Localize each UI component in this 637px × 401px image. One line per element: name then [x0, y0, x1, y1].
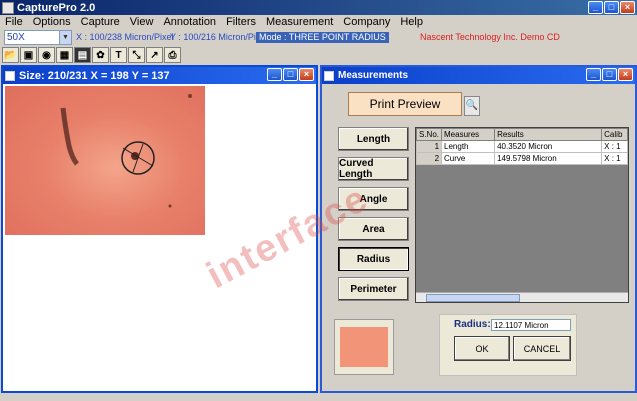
- info-bar: 50X ▼ X : 100/238 Micron/Pixel Y : 100/2…: [0, 29, 637, 46]
- preview-icon[interactable]: 🔍: [464, 96, 480, 116]
- table-cell: 1: [416, 140, 443, 153]
- thumbnail-preview: [334, 319, 394, 375]
- toolbar: 📂 ▣ ◉ ▦ ▤ ✿ T ⤡ ↗ ⎙: [0, 46, 637, 64]
- mode-badge: Mode : THREE POINT RADIUS: [256, 32, 389, 43]
- curved-length-button[interactable]: Curved Length: [338, 157, 409, 181]
- close-button[interactable]: ×: [618, 68, 633, 81]
- menu-annotation[interactable]: Annotation: [158, 15, 221, 29]
- thumbnail-image: [340, 327, 388, 367]
- results-table[interactable]: S.No. Measures Results Calib 1 Length 40…: [415, 127, 629, 303]
- column-header[interactable]: Calib: [601, 128, 628, 141]
- app-title: CapturePro 2.0: [17, 1, 96, 14]
- table-cell: Curve: [441, 152, 496, 165]
- x-scale-readout: X : 100/238 Micron/Pixel: [76, 32, 174, 42]
- menu-bar: File Options Capture View Annotation Fil…: [0, 15, 637, 29]
- minimize-button[interactable]: _: [267, 68, 282, 81]
- column-header[interactable]: Measures: [441, 128, 496, 141]
- table-cell: X : 1: [601, 152, 628, 165]
- maximize-button[interactable]: □: [604, 1, 619, 14]
- image-window: Size: 210/231 X = 198 Y = 137 _ □ ×: [1, 65, 318, 393]
- menu-view[interactable]: View: [125, 15, 159, 29]
- menu-help[interactable]: Help: [395, 15, 428, 29]
- scrollbar-thumb[interactable]: [426, 294, 520, 302]
- window-icon: [5, 70, 15, 81]
- menu-company[interactable]: Company: [338, 15, 395, 29]
- measurements-title: Measurements: [338, 70, 409, 81]
- cancel-button[interactable]: CANCEL: [513, 336, 571, 361]
- magnification-value: 50X: [7, 32, 25, 43]
- save-icon[interactable]: ▦: [56, 47, 73, 63]
- color-icon[interactable]: ✿: [92, 47, 109, 63]
- y-scale-readout: Y : 100/216 Micron/Pixel: [170, 32, 268, 42]
- menu-filters[interactable]: Filters: [221, 15, 261, 29]
- length-button[interactable]: Length: [338, 127, 409, 151]
- magnification-select[interactable]: 50X ▼: [4, 30, 72, 45]
- radius-label: Radius:: [454, 319, 491, 330]
- app-icon: [2, 1, 14, 14]
- image-window-title: Size: 210/231 X = 198 Y = 137: [19, 69, 170, 82]
- print-preview-button[interactable]: Print Preview: [348, 92, 462, 116]
- measurements-window: Measurements _ □ × Print Preview 🔍 Lengt…: [320, 65, 637, 393]
- table-row[interactable]: 2 Curve 149.5798 Micron X : 1: [416, 152, 628, 165]
- arrow-tool-icon[interactable]: ↗: [146, 47, 163, 63]
- table-header-row: S.No. Measures Results Calib: [416, 128, 628, 141]
- menu-capture[interactable]: Capture: [76, 15, 125, 29]
- maximize-button[interactable]: □: [602, 68, 617, 81]
- menu-measurement[interactable]: Measurement: [261, 15, 338, 29]
- print-icon[interactable]: ⎙: [164, 47, 181, 63]
- status-bar: [0, 393, 637, 401]
- film-icon[interactable]: ▤: [74, 47, 91, 63]
- minimize-button[interactable]: _: [588, 1, 603, 14]
- microscope-image[interactable]: [5, 86, 205, 235]
- ok-button[interactable]: OK: [454, 336, 510, 361]
- video-capture-icon[interactable]: ▣: [20, 47, 37, 63]
- company-name: Nascent Technology Inc. Demo CD: [420, 32, 560, 42]
- maximize-button[interactable]: □: [283, 68, 298, 81]
- camera-icon[interactable]: ◉: [38, 47, 55, 63]
- angle-button[interactable]: Angle: [338, 187, 409, 211]
- minimize-button[interactable]: _: [586, 68, 601, 81]
- column-header[interactable]: Results: [494, 128, 603, 141]
- close-button[interactable]: ×: [620, 1, 635, 14]
- radius-button[interactable]: Radius: [338, 247, 409, 271]
- specimen-overlay: [60, 94, 192, 208]
- open-icon[interactable]: 📂: [2, 47, 19, 63]
- measurements-title-bar: Measurements _ □ ×: [322, 67, 635, 84]
- menu-options[interactable]: Options: [28, 15, 76, 29]
- app-title-bar: CapturePro 2.0 _ □ ×: [0, 0, 637, 15]
- window-icon: [324, 70, 334, 81]
- horizontal-scrollbar[interactable]: [416, 292, 628, 302]
- area-button[interactable]: Area: [338, 217, 409, 241]
- radius-panel: Radius: 12.1107 Micron OK CANCEL: [439, 314, 577, 376]
- table-cell: 149.5798 Micron: [494, 152, 603, 165]
- table-cell: X : 1: [601, 140, 628, 153]
- measure-tool-icon[interactable]: ⤡: [128, 47, 145, 63]
- radius-field[interactable]: 12.1107 Micron: [491, 319, 571, 331]
- menu-file[interactable]: File: [0, 15, 28, 29]
- table-cell: Length: [441, 140, 496, 153]
- image-window-title-bar: Size: 210/231 X = 198 Y = 137 _ □ ×: [3, 67, 316, 84]
- perimeter-button[interactable]: Perimeter: [338, 277, 409, 301]
- chevron-down-icon[interactable]: ▼: [59, 31, 71, 44]
- close-button[interactable]: ×: [299, 68, 314, 81]
- table-row[interactable]: 1 Length 40.3520 Micron X : 1: [416, 140, 628, 153]
- column-header[interactable]: S.No.: [416, 128, 443, 141]
- table-cell: 2: [416, 152, 443, 165]
- table-cell: 40.3520 Micron: [494, 140, 603, 153]
- text-tool-icon[interactable]: T: [110, 47, 127, 63]
